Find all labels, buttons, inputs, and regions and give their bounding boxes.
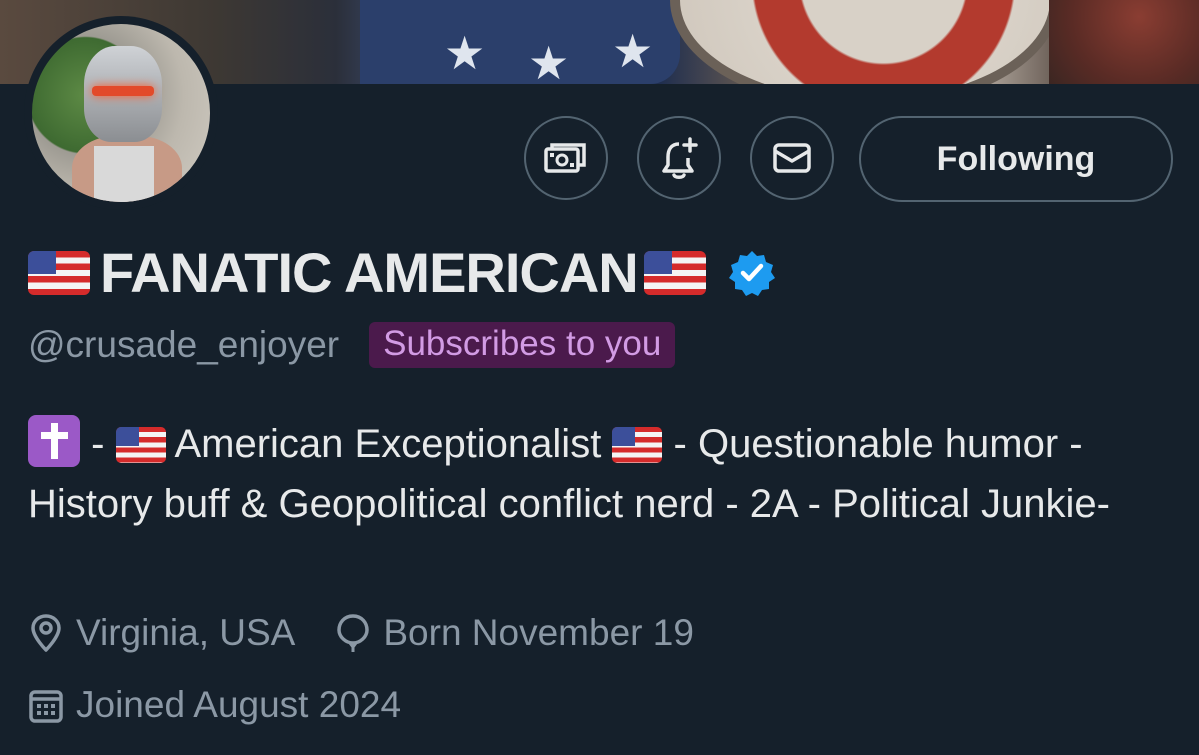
balloon-icon (337, 614, 370, 652)
following-button[interactable]: Following (859, 116, 1173, 202)
display-name: FANATIC AMERICAN (28, 240, 776, 305)
verified-badge-icon[interactable] (728, 249, 776, 297)
envelope-icon (773, 143, 811, 173)
us-flag-icon (115, 427, 166, 463)
birthday-item: Born November 19 (335, 612, 694, 654)
money-icon (544, 143, 586, 173)
us-flag-icon (28, 250, 90, 295)
joined-text: Joined August 2024 (76, 684, 402, 725)
us-flag-icon (612, 427, 663, 463)
profile-bio: - American Exceptionalist - Questionable… (28, 414, 1178, 534)
message-button[interactable] (750, 116, 834, 200)
location-pin-icon (31, 614, 61, 652)
location-item: Virginia, USA (28, 612, 295, 654)
handle-row: @crusade_enjoyer Subscribes to you (28, 322, 676, 368)
bio-part-2: American Exceptionalist (174, 422, 613, 466)
profile-meta-row: Virginia, USA Born November 19 (28, 612, 734, 654)
notify-button[interactable] (637, 116, 721, 200)
joined-item: Joined August 2024 (28, 684, 401, 726)
banner-shield (670, 0, 1060, 84)
following-label: Following (936, 139, 1096, 178)
latin-cross-icon (28, 415, 80, 467)
bio-part-1: - (80, 422, 116, 466)
avatar-image (32, 24, 210, 202)
calendar-icon (29, 690, 63, 723)
user-handle: @crusade_enjoyer (28, 324, 340, 365)
banner-flag-cape: ★ ★ ★ (360, 0, 680, 84)
location-text: Virginia, USA (76, 612, 296, 653)
birthday-text: Born November 19 (383, 612, 694, 653)
avatar[interactable] (24, 16, 218, 210)
notification-bell-icon (662, 137, 698, 179)
profile-meta-row: Joined August 2024 (28, 684, 441, 726)
subscribe-money-button[interactable] (524, 116, 608, 200)
subscribes-badge: Subscribes to you (369, 322, 676, 368)
banner-figure (1049, 0, 1199, 84)
us-flag-icon (643, 250, 706, 295)
display-name-text: FANATIC AMERICAN (100, 241, 639, 304)
